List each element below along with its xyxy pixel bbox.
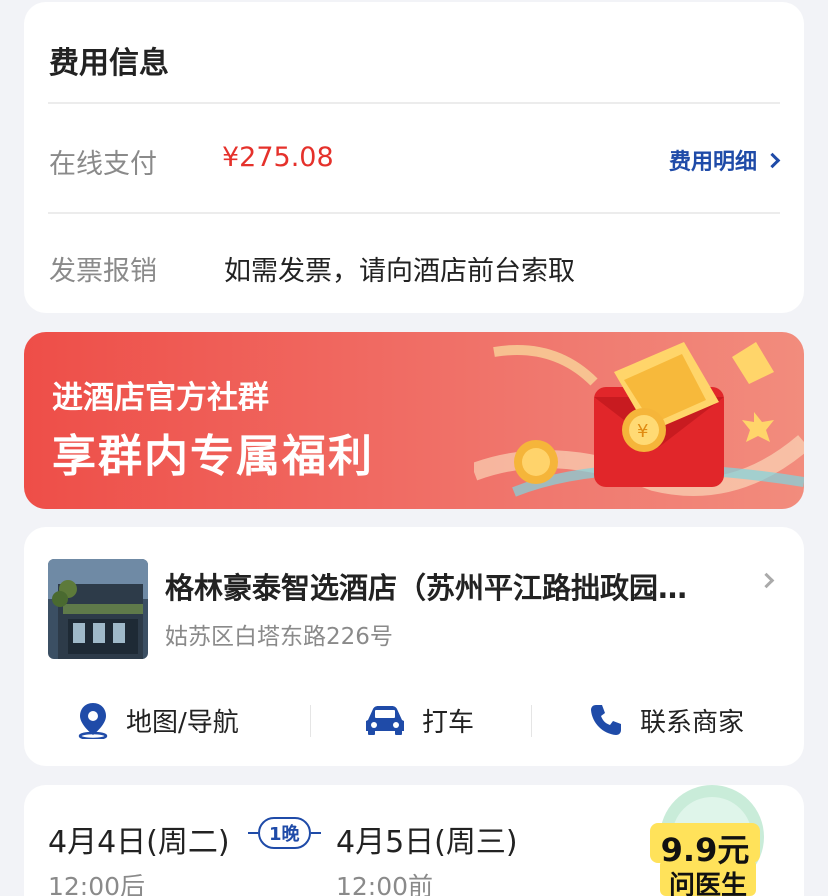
community-benefit-banner[interactable]: 进酒店官方社群 享群内专属福利 ¥ (24, 332, 804, 509)
hotel-thumbnail[interactable] (48, 559, 148, 659)
ask-doctor-promo[interactable]: 9.9元 问医生 (650, 785, 764, 896)
contact-merchant-button[interactable]: 联系商家 (588, 695, 744, 745)
taxi-button[interactable]: 打车 (364, 695, 474, 745)
stay-dates-card: 4月4日(周二) 12:00后 1晚 4月5日(周三) 12:00前 9.9元 … (24, 785, 804, 896)
invoice-label: 发票报销 (49, 256, 157, 287)
fee-info-title: 费用信息 (49, 46, 169, 81)
chevron-right-icon[interactable] (758, 572, 775, 589)
hotel-card: 格林豪泰智选酒店（苏州平江路拙政园… 姑苏区白塔东路226号 地图/导航 打车 (24, 527, 804, 766)
banner-line2: 享群内专属福利 (52, 431, 374, 482)
checkin-time: 12:00后 (48, 872, 146, 896)
divider (310, 705, 311, 737)
hotel-action-bar: 地图/导航 打车 联系商家 (24, 695, 804, 745)
hotel-photo-image (48, 559, 148, 659)
online-pay-label: 在线支付 (49, 149, 157, 180)
nights-badge: 1晚 (248, 817, 321, 849)
fee-detail-label: 费用明细 (668, 150, 757, 175)
nights-count: 1晚 (258, 817, 311, 849)
red-envelope-illustration: ¥ (474, 342, 804, 497)
map-navigation-button[interactable]: 地图/导航 (76, 695, 239, 745)
hotel-address: 姑苏区白塔东路226号 (165, 624, 393, 650)
fee-detail-link[interactable]: 费用明细 (668, 144, 781, 176)
map-pin-icon (78, 703, 108, 739)
checkout-date: 4月5日(周三) (336, 825, 518, 860)
divider (48, 102, 780, 104)
hotel-name[interactable]: 格林豪泰智选酒店（苏州平江路拙政园… (165, 565, 750, 607)
taxi-label: 打车 (422, 707, 475, 738)
svg-text:¥: ¥ (637, 421, 648, 442)
divider (531, 705, 532, 737)
map-navigation-label: 地图/导航 (126, 707, 239, 738)
divider (48, 212, 780, 214)
online-pay-amount: ¥275.08 (222, 142, 334, 173)
phone-icon (591, 705, 621, 735)
contact-merchant-label: 联系商家 (640, 707, 745, 738)
banner-line1: 进酒店官方社群 (52, 380, 269, 416)
invoice-value: 如需发票，请向酒店前台索取 (224, 256, 575, 287)
doctor-promo-label: 问医生 (668, 871, 747, 896)
chevron-right-icon (764, 152, 781, 168)
car-icon (366, 706, 404, 735)
divider (248, 832, 258, 834)
checkout-time: 12:00前 (336, 872, 434, 896)
divider (310, 832, 321, 834)
checkin-date: 4月4日(周二) (48, 825, 230, 860)
fee-info-card: 费用信息 在线支付 ¥275.08 费用明细 发票报销 如需发票，请向酒店前台索… (24, 2, 804, 313)
